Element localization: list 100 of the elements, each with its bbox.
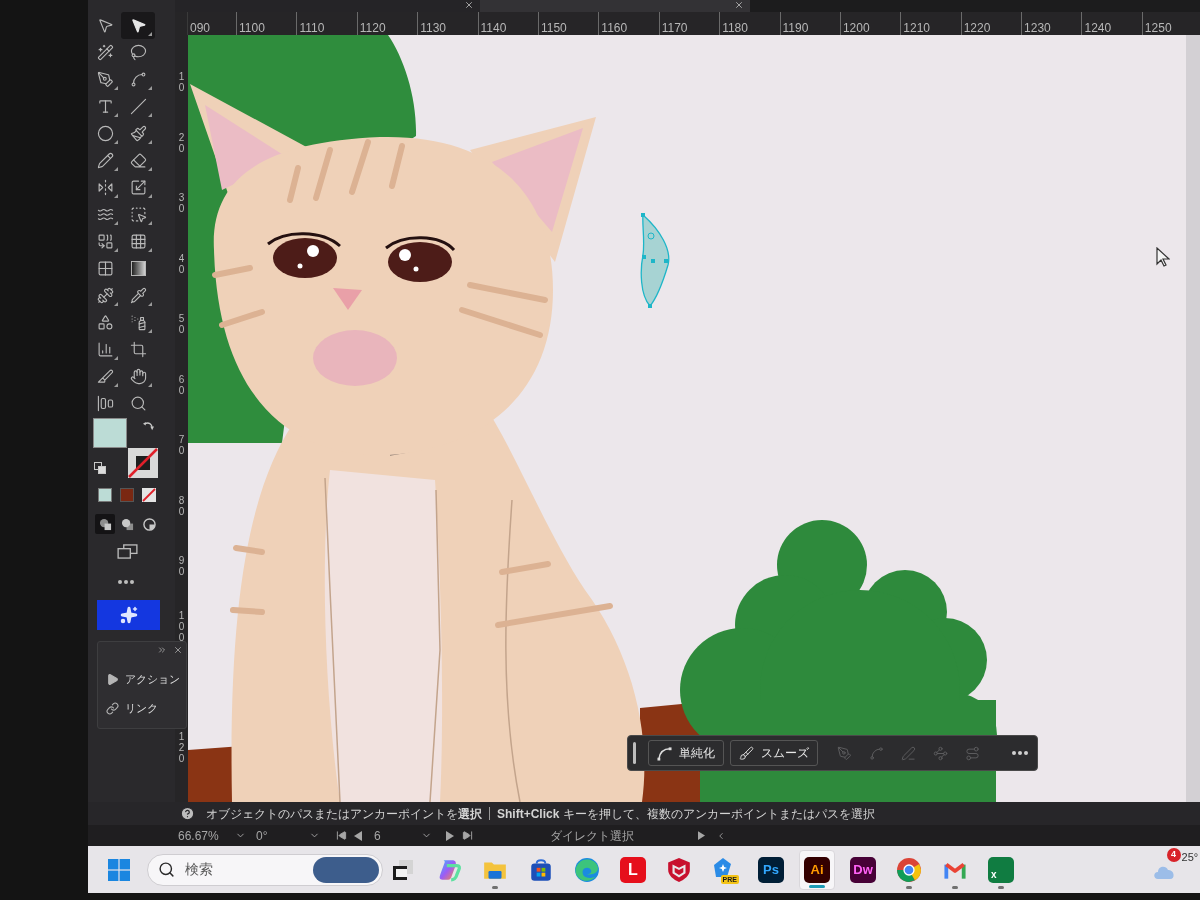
ruler-label: 1230	[1024, 21, 1051, 35]
spray-can-icon	[129, 314, 147, 331]
bar-chart-icon	[96, 341, 114, 358]
stroke-none-swatch[interactable]	[128, 448, 158, 478]
ruler-label: 20	[177, 131, 186, 154]
chevron-left-icon	[716, 830, 726, 841]
pen-nib-icon	[96, 71, 114, 88]
close-tab-button[interactable]	[464, 0, 474, 10]
default-colors-icon[interactable]	[94, 462, 106, 474]
knife-icon	[96, 368, 114, 385]
tool-menu-button[interactable]	[698, 828, 708, 843]
artboard-dropdown[interactable]: 6	[374, 826, 434, 845]
search-input[interactable]: 検索	[185, 859, 285, 880]
ruler-label: 10	[177, 71, 186, 94]
taskbar-app-button[interactable]: Ps	[753, 849, 789, 890]
triangle-left-icon	[354, 830, 362, 841]
waypoints-icon	[932, 745, 948, 761]
brush-icon	[739, 745, 754, 761]
wave-logo-icon	[574, 856, 600, 883]
spline-curve-icon	[129, 71, 147, 88]
pen-nib-icon	[836, 745, 852, 761]
shield-logo-icon	[666, 856, 692, 883]
next-artboard-button[interactable]	[446, 828, 456, 843]
letter-logo-tile: Ai	[804, 856, 830, 883]
rotation-dropdown[interactable]: 0°	[256, 826, 322, 845]
skip-back-icon	[336, 830, 347, 841]
taskbar-app-button[interactable]: x	[983, 849, 1019, 890]
ruler-label: 80	[177, 494, 186, 517]
magnifier-icon	[129, 395, 147, 412]
triangle-right-icon	[698, 831, 705, 840]
filled-arrow-pointer-icon	[129, 17, 147, 34]
status-hint: オブジェクトのパスまたはアンカーポイントを選択	[206, 805, 482, 823]
mouse-cursor-icon	[1156, 247, 1170, 267]
letter-logo-tile: Dw	[850, 856, 876, 883]
overlap-shapes-icon	[98, 517, 112, 531]
taskbar-app-button[interactable]: L	[615, 849, 651, 890]
close-button[interactable]	[173, 645, 183, 655]
sparkles-icon	[119, 606, 138, 624]
pen-line-icon	[900, 745, 916, 761]
paintbrush-icon	[129, 125, 147, 142]
close-tab-button[interactable]	[734, 0, 744, 10]
grid-icon	[129, 233, 147, 250]
drag-handle[interactable]	[633, 742, 636, 764]
square-grid-icon	[96, 260, 114, 277]
letter-logo-tile: Ps	[758, 856, 784, 883]
triangle-right-icon	[446, 830, 454, 841]
panel-menu-item[interactable]: アクション	[98, 665, 186, 694]
ruler-label: 1210	[903, 21, 930, 35]
status-hint: Shift+Click キーを押して、複数のアンカーポイントまたはパスを選択	[497, 805, 875, 823]
weather-button[interactable]: 4	[1150, 849, 1179, 880]
close-icon	[734, 0, 744, 10]
task-view-icon	[391, 857, 415, 882]
circle-logo-icon	[896, 856, 922, 883]
double-chevron-icon	[157, 645, 167, 655]
slash-icon	[142, 488, 156, 502]
combine-shapes-icon	[96, 233, 114, 250]
arrow-pointer-icon	[96, 17, 114, 34]
help-icon[interactable]	[180, 806, 195, 821]
ruler-label: 1150	[540, 21, 567, 35]
dashed-square-pointer-icon	[129, 206, 147, 223]
fill-swatch[interactable]	[93, 418, 127, 448]
panel-menu-item[interactable]: リンク	[98, 694, 186, 723]
ruler-label: 1120	[359, 21, 386, 35]
generate-button[interactable]	[97, 600, 160, 630]
notification-badge: 4	[1166, 847, 1181, 862]
ruler-label: 1170	[661, 21, 688, 35]
magic-wand-icon	[96, 44, 114, 61]
ruler-label: 1250	[1144, 21, 1172, 35]
ruler-label: 1200	[842, 21, 870, 35]
taskbar-app-button[interactable]: Ai	[799, 849, 835, 890]
dumbbell-icon	[96, 287, 114, 304]
screen-mode-button[interactable]	[116, 542, 138, 560]
ruler-label: 1190	[782, 21, 809, 35]
hand-icon	[129, 368, 147, 385]
previous-artboard-button[interactable]	[354, 828, 364, 843]
direct-select-tool-button[interactable]	[121, 12, 155, 39]
stacked-windows-icon	[116, 543, 138, 559]
first-artboard-button[interactable]	[336, 828, 348, 843]
flip-icon	[96, 179, 114, 196]
ruler-label: 1160	[601, 21, 628, 35]
smooth-button[interactable]: スムーズ	[730, 740, 818, 766]
ellipsis-icon	[118, 580, 134, 584]
draw-normal-button[interactable]	[95, 514, 115, 534]
none-button[interactable]	[142, 488, 156, 502]
taskbar-app-button[interactable]: Dw	[845, 849, 881, 890]
ruler-label: 1110	[299, 21, 325, 35]
curve-path-icon	[657, 745, 672, 761]
ruler-label: 100	[177, 610, 186, 644]
zoom-dropdown[interactable]: 66.67%	[178, 826, 248, 845]
simplify-button[interactable]: 単純化	[648, 740, 724, 766]
search-field[interactable]: 検索	[147, 853, 383, 886]
solid-color-button[interactable]	[98, 488, 112, 502]
collapse-button[interactable]	[157, 645, 167, 655]
ellipse-icon	[96, 125, 114, 142]
ruler-label: 60	[177, 373, 186, 396]
current-tool-text: ダイレクト選択	[550, 827, 634, 845]
route-icon	[964, 745, 980, 761]
ruler-label: 70	[177, 434, 186, 457]
swap-arrows-icon[interactable]	[143, 421, 154, 432]
last-artboard-button[interactable]	[462, 828, 474, 843]
